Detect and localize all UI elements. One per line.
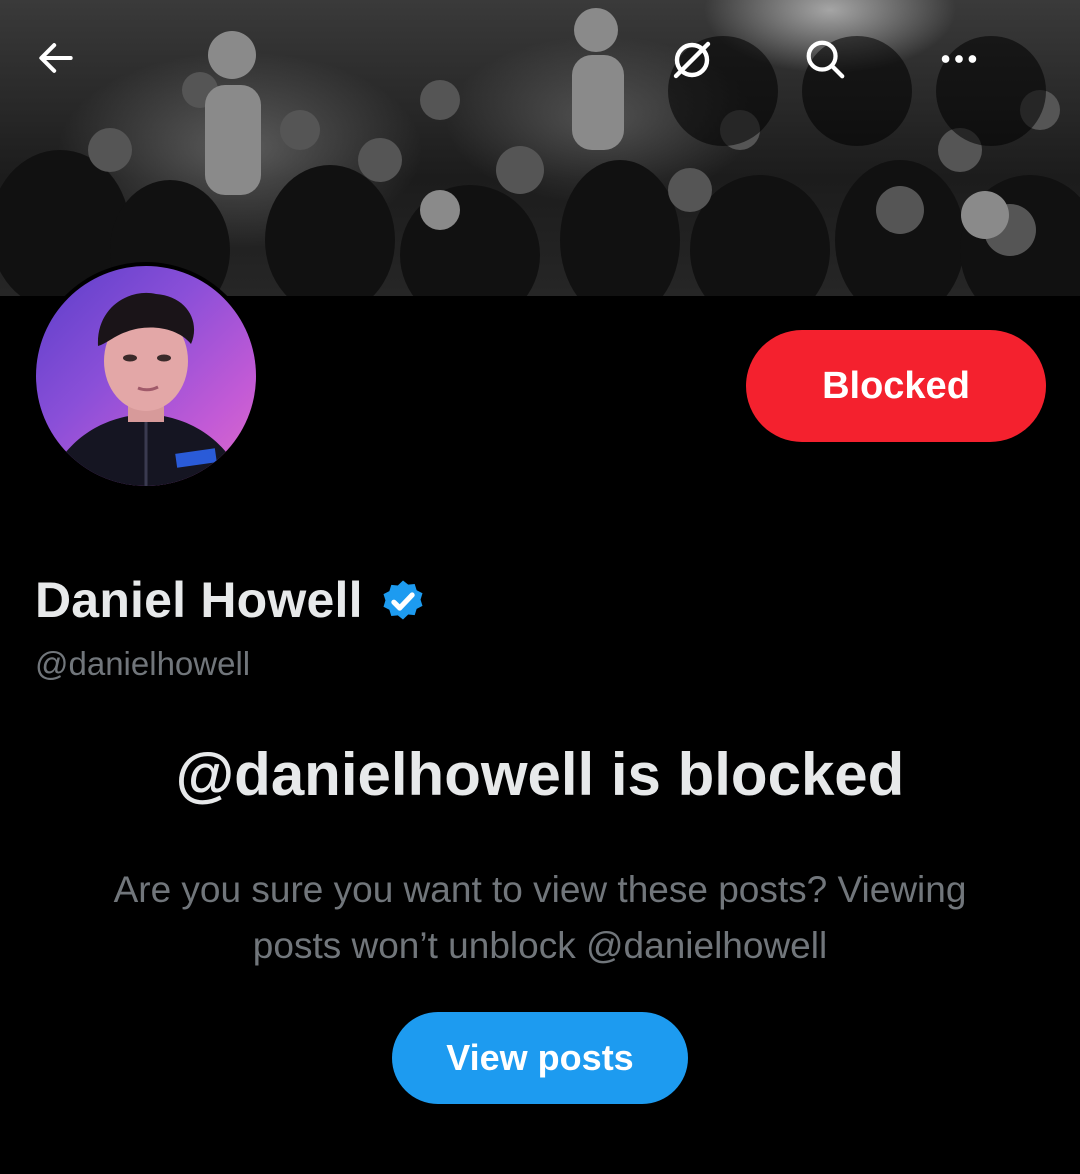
blocked-notice-line-2: posts won’t unblock @danielhowell — [252, 925, 828, 966]
blocked-notice-title: @danielhowell is blocked — [175, 741, 905, 808]
verified-badge-icon[interactable] — [377, 574, 429, 626]
grok-icon — [673, 41, 711, 79]
profile-handle: @danielhowell — [35, 645, 251, 682]
profile-banner[interactable] — [0, 0, 1080, 296]
blocked-notice-description: Are you sure you want to view these post… — [40, 862, 1040, 974]
banner-crowd-photo — [0, 8, 1080, 296]
more-horizontal-icon — [941, 55, 977, 63]
profile-avatar[interactable] — [32, 262, 260, 490]
view-posts-button[interactable]: View posts — [392, 1012, 688, 1104]
arrow-left-icon — [39, 43, 73, 73]
back-button[interactable] — [34, 36, 144, 146]
avatar-photo — [36, 266, 256, 486]
display-name: Daniel Howell — [35, 572, 363, 628]
profile-name-row: Daniel Howell — [35, 568, 429, 632]
more-button[interactable] — [936, 36, 1046, 146]
blocked-notice-line-1: Are you sure you want to view these post… — [113, 869, 967, 910]
blocked-button[interactable]: Blocked — [746, 330, 1046, 442]
grok-button[interactable] — [668, 36, 778, 146]
search-icon — [806, 40, 845, 79]
search-button[interactable] — [802, 36, 912, 146]
